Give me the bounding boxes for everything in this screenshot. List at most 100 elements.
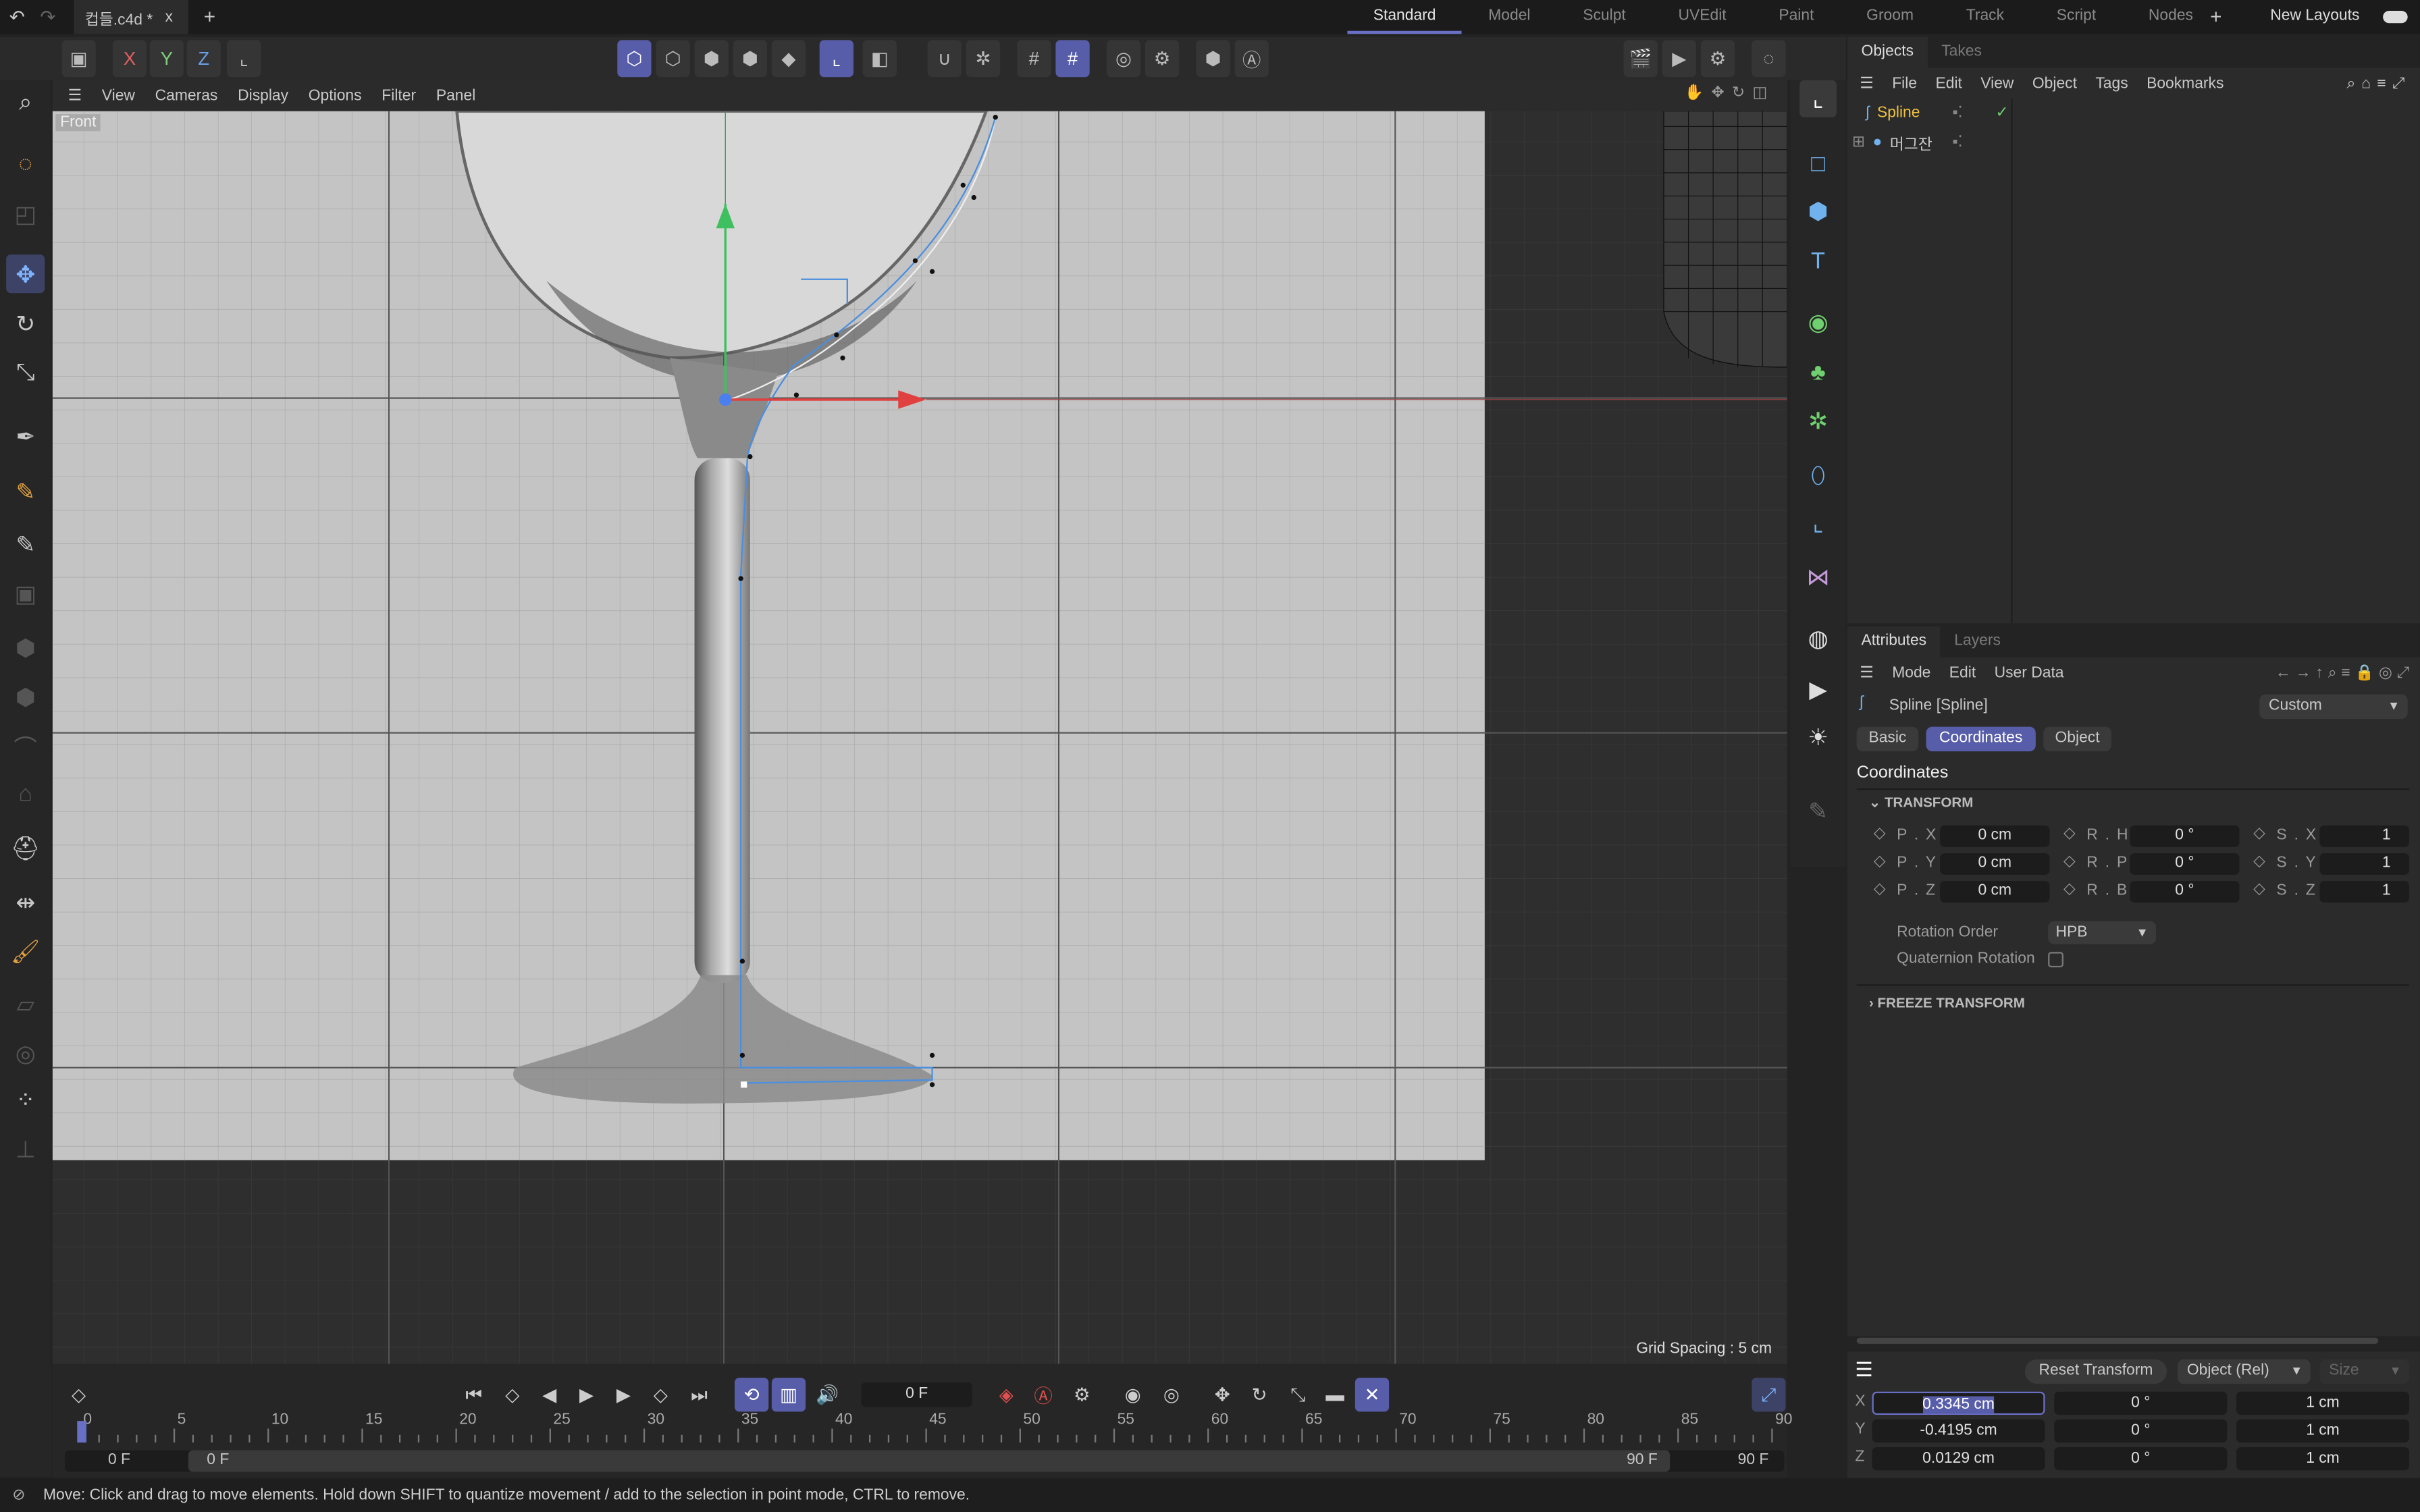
z-axis-lock[interactable]: Z bbox=[186, 40, 221, 78]
menu-user-data[interactable]: User Data bbox=[1995, 664, 2064, 681]
menu-edit[interactable]: Edit bbox=[1949, 664, 1976, 681]
render-shape-icon[interactable]: ⬢ bbox=[1196, 40, 1230, 78]
workplane-icon[interactable]: ◎ bbox=[1106, 40, 1141, 78]
reset-transform-button[interactable]: Reset Transform bbox=[2024, 1359, 2167, 1384]
menu-edit[interactable]: Edit bbox=[1935, 75, 1962, 92]
redshift-icon[interactable]: ◌ bbox=[1752, 40, 1786, 78]
r-field[interactable]: 0 ° bbox=[2130, 881, 2240, 903]
r-field[interactable]: 0 ° bbox=[2130, 825, 2240, 847]
pla-icon[interactable]: ✕ bbox=[1354, 1378, 1390, 1412]
expand-icon[interactable]: ⊞ bbox=[1852, 134, 1865, 151]
layout-tab-nodes[interactable]: Nodes bbox=[2122, 0, 2219, 34]
enabled-check-icon[interactable]: ✓ bbox=[1995, 105, 2008, 122]
coord-menu-icon[interactable]: ☰ bbox=[1855, 1357, 1873, 1382]
visibility-dots[interactable]: ▪⁚ bbox=[1952, 134, 1962, 151]
file-tab[interactable]: 컵들.c4d * x bbox=[74, 0, 188, 34]
play-icon[interactable]: ▶ bbox=[569, 1378, 603, 1411]
viewport-menu-cameras[interactable]: Cameras bbox=[155, 87, 218, 104]
subtab-object[interactable]: Object bbox=[2043, 726, 2111, 752]
menu-view[interactable]: View bbox=[1980, 75, 2014, 92]
objects-tools-icons[interactable]: ⌕⌂≡⤢ bbox=[2346, 75, 2411, 92]
loop-icon[interactable]: ⟲ bbox=[734, 1378, 769, 1412]
camera-icon[interactable]: ▶ bbox=[1799, 671, 1837, 708]
rotate-tool-icon[interactable]: ↻ bbox=[6, 304, 45, 342]
bevel-icon[interactable]: ⌒ bbox=[6, 728, 45, 767]
text-icon[interactable]: T bbox=[1799, 242, 1837, 279]
axis-mode-icon[interactable]: ⌞ bbox=[819, 40, 853, 78]
attributes-menu-icon[interactable]: ☰ bbox=[1860, 664, 1874, 681]
viewport-menu-display[interactable]: Display bbox=[238, 87, 288, 104]
viewport-menu-view[interactable]: View bbox=[102, 87, 135, 104]
prev-frame-icon[interactable]: ◀ bbox=[533, 1378, 567, 1411]
p-field[interactable]: 0 cm bbox=[1940, 853, 2050, 875]
layout-tab-uvedit[interactable]: UVEdit bbox=[1652, 0, 1753, 34]
edges-mode-icon[interactable]: ⬢ bbox=[694, 40, 729, 78]
layout-tab-paint[interactable]: Paint bbox=[1752, 0, 1840, 34]
volume-icon[interactable]: ⌞ bbox=[1799, 504, 1837, 541]
panel-tab-layers[interactable]: Layers bbox=[1941, 626, 2015, 657]
sculpt-icon[interactable]: ▱ bbox=[6, 984, 45, 1023]
range-end-field[interactable]: 90 F bbox=[1738, 1452, 1769, 1469]
rotation-field[interactable]: 0 ° bbox=[2054, 1419, 2228, 1443]
undo-icon[interactable]: ↶ bbox=[9, 6, 25, 28]
subtab-coordinates[interactable]: Coordinates bbox=[1926, 726, 2036, 752]
panel-tab-objects[interactable]: Objects bbox=[1847, 36, 1928, 68]
mirror-icon[interactable]: ⇹ bbox=[6, 882, 45, 921]
auto-icon[interactable]: Ⓐ bbox=[1234, 40, 1269, 78]
brush-icon[interactable]: 🖌 bbox=[6, 932, 45, 971]
solo-icon[interactable]: ◧ bbox=[862, 40, 897, 78]
spline-smooth-icon[interactable]: ✎ bbox=[6, 524, 45, 563]
polygons-mode-icon[interactable]: ⬢ bbox=[733, 40, 767, 78]
keyframe-diamond-icon[interactable]: ◇ bbox=[1874, 826, 1886, 842]
render-picture-icon[interactable]: ▶ bbox=[1662, 40, 1696, 78]
autokey-icon[interactable]: Ⓐ bbox=[1026, 1378, 1060, 1411]
layout-tab-standard[interactable]: Standard bbox=[1346, 0, 1463, 34]
points-icon[interactable]: ⁘ bbox=[6, 1080, 45, 1118]
mograph-icon[interactable]: ⋈ bbox=[1799, 558, 1837, 595]
spline-pen-icon[interactable]: ✒ bbox=[6, 416, 45, 455]
keyframe-diamond-icon[interactable]: ◇ bbox=[2063, 853, 2076, 870]
spline-sketch-icon[interactable]: ✎ bbox=[6, 472, 45, 510]
playhead[interactable] bbox=[77, 1421, 86, 1443]
size-field[interactable]: 1 cm bbox=[2236, 1419, 2409, 1443]
motion-icon[interactable]: ◉ bbox=[1116, 1378, 1150, 1411]
layout-tab-model[interactable]: Model bbox=[1462, 0, 1556, 34]
field-icon[interactable]: ⬯ bbox=[1799, 457, 1837, 494]
next-frame-icon[interactable]: ▶ bbox=[606, 1378, 640, 1411]
search-icon[interactable]: ⌕ bbox=[6, 83, 45, 122]
null-object-icon[interactable]: ⌞ bbox=[1799, 80, 1837, 117]
scale-key-icon[interactable]: ⤡ bbox=[1281, 1378, 1315, 1411]
viewport-menu-icon[interactable]: ☰ bbox=[68, 87, 82, 104]
preset-dropdown[interactable]: Custom ▼ bbox=[2259, 694, 2408, 720]
viewport-canvas[interactable] bbox=[52, 111, 1787, 1364]
range-start-field[interactable]: 0 F bbox=[108, 1452, 130, 1469]
keyframe-diamond-icon[interactable]: ◇ bbox=[2063, 826, 2076, 842]
model-mode-icon[interactable]: ⬡ bbox=[617, 40, 652, 78]
object-row-spline[interactable]: ʃ Spline ▪⁚ ✓ bbox=[1866, 105, 2008, 122]
size-field[interactable]: 1 cm bbox=[2236, 1447, 2409, 1471]
snap-icon[interactable]: ∪ bbox=[927, 40, 962, 78]
r-field[interactable]: 0 ° bbox=[2130, 853, 2240, 875]
quaternion-checkbox[interactable] bbox=[2048, 952, 2063, 968]
menu-bookmarks[interactable]: Bookmarks bbox=[2147, 75, 2224, 92]
position-field[interactable]: -0.4195 cm bbox=[1872, 1419, 2045, 1443]
transform-group[interactable]: ⌄ TRANSFORM bbox=[1869, 794, 1973, 811]
add-layout-icon[interactable]: + bbox=[2210, 5, 2221, 28]
timeline-ruler[interactable]: 0 5 10 15 20 25 30 35 40 45 50 55 60 65 70 75 80 85 90 bbox=[68, 1411, 1792, 1443]
environment-icon[interactable]: ◍ bbox=[1799, 620, 1837, 657]
light-icon[interactable]: ☀ bbox=[1799, 719, 1837, 756]
bridge-icon[interactable]: ⌂ bbox=[6, 774, 45, 813]
live-selection-icon[interactable]: ◌ bbox=[6, 145, 45, 184]
deformer-icon[interactable]: ✲ bbox=[1799, 403, 1837, 440]
cloner-icon[interactable]: ♣ bbox=[1799, 353, 1837, 390]
paint-icon[interactable]: ◎ bbox=[6, 1033, 45, 1072]
attributes-scrollbar[interactable] bbox=[1856, 1337, 2379, 1344]
workplane-settings-icon[interactable]: ⚙ bbox=[1145, 40, 1180, 78]
object-axis-center[interactable] bbox=[719, 393, 732, 406]
visibility-dots[interactable]: ▪⁚ bbox=[1952, 105, 1962, 122]
polygon-pen-icon[interactable]: ▣ bbox=[6, 574, 45, 612]
subdivision-icon[interactable]: ◉ bbox=[1799, 304, 1837, 341]
box-selection-icon[interactable]: ◰ bbox=[6, 194, 45, 233]
coordinate-system-icon[interactable]: ⌞ bbox=[226, 40, 261, 78]
freeze-transform-group[interactable]: › FREEZE TRANSFORM bbox=[1869, 995, 2025, 1010]
